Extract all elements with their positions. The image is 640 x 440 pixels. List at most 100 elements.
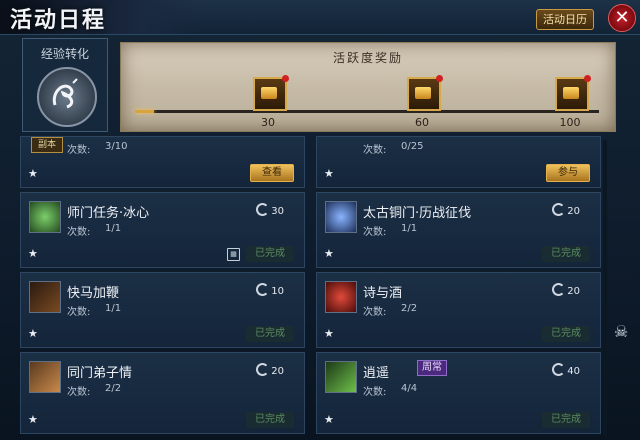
activity-points-icon (552, 203, 566, 216)
reward-chest-100[interactable] (555, 75, 591, 111)
completed-status: 已完成 (246, 246, 294, 262)
star-icon: ★ (28, 247, 38, 260)
activity-points-icon (256, 363, 270, 376)
star-icon: ★ (324, 413, 334, 426)
points-value: 10 (271, 286, 284, 297)
skull-crossbones-icon[interactable]: ☠ (610, 322, 632, 344)
window-title: 活动日程 (10, 8, 107, 33)
count-value: 0/25 (401, 141, 424, 152)
reward-progress-bar (135, 110, 599, 113)
count-label: 次数: (363, 387, 387, 398)
activity-points-icon (256, 283, 270, 296)
star-icon: ★ (28, 327, 38, 340)
completed-status: 已完成 (542, 326, 590, 342)
title-bar: 活动日程 活动日历 ✕ (0, 0, 640, 35)
scrollbar[interactable] (603, 140, 607, 436)
star-icon: ★ (324, 327, 334, 340)
bamboo-icon (325, 361, 357, 393)
gold-chest-icon (415, 87, 431, 99)
count-label: 次数: (363, 145, 387, 156)
count-value: 1/1 (105, 223, 122, 234)
completed-status: 已完成 (246, 326, 294, 342)
activity-points-icon (552, 363, 566, 376)
star-icon: ★ (28, 167, 38, 180)
activity-points: 30 (256, 203, 284, 217)
reward-chest-60[interactable] (407, 75, 443, 111)
reward-progress-fill (135, 110, 154, 113)
reward-chest-value: 100 (559, 116, 581, 129)
completed-status: 已完成 (246, 412, 294, 428)
weekly-badge: 周常 (417, 360, 447, 376)
activity-name: 同门弟子情 (67, 366, 133, 381)
notice-dot (584, 75, 591, 82)
close-button[interactable]: ✕ (608, 4, 636, 32)
points-value: 20 (271, 366, 284, 377)
activity-card[interactable]: 快马加鞭 次数: 1/1 10 ★ 已完成 (20, 272, 305, 348)
points-value: 20 (567, 286, 580, 297)
swirl-glyph (52, 78, 78, 109)
count-value: 4/4 (401, 383, 418, 394)
points-value: 20 (567, 206, 580, 217)
count-label: 次数: (363, 307, 387, 318)
exp-convert-icon[interactable] (37, 67, 97, 127)
join-button[interactable]: 参与 (546, 164, 590, 182)
whip-icon (29, 281, 61, 313)
activity-card[interactable]: 师门任务·冰心 次数: 1/1 30 ★ ▦ 已完成 (20, 192, 305, 268)
activity-name: 逍遥 (363, 366, 390, 381)
green-crystal-icon (29, 201, 61, 233)
activity-points: 20 (552, 283, 580, 297)
view-button[interactable]: 查看 (250, 164, 294, 182)
star-icon: ★ (28, 413, 38, 426)
count-label: 次数: (67, 227, 91, 238)
activity-card-top-right[interactable]: 次数: 0/25 ★ 参与 (316, 136, 601, 188)
schedule-icon[interactable]: ▦ (227, 248, 240, 261)
star-icon: ★ (324, 167, 334, 180)
count-label: 次数: (67, 145, 91, 156)
count-value: 3/10 (105, 141, 128, 152)
activity-name: 太古铜门·历战征伐 (363, 206, 472, 221)
activity-name: 快马加鞭 (67, 286, 120, 301)
count-label: 次数: (363, 227, 387, 238)
count-label: 次数: (67, 307, 91, 318)
star-icon: ★ (324, 247, 334, 260)
reward-chest-30[interactable] (253, 75, 289, 111)
activity-card[interactable]: 逍遥 周常 次数: 4/4 40 ★ 已完成 (316, 352, 601, 434)
gold-chest-icon (261, 87, 277, 99)
count-value: 2/2 (105, 383, 122, 394)
notice-dot (282, 75, 289, 82)
close-icon: ✕ (614, 7, 630, 28)
dungeon-tag: 副本 (31, 137, 63, 153)
activity-points-icon (552, 283, 566, 296)
reward-chest-value: 60 (415, 116, 429, 129)
activity-points: 20 (256, 363, 284, 377)
activity-card-dungeon[interactable]: 副本 次数: 3/10 ★ 查看 (20, 136, 305, 188)
count-label: 次数: (67, 387, 91, 398)
activity-card[interactable]: 诗与酒 次数: 2/2 20 ★ 已完成 (316, 272, 601, 348)
activity-calendar-button[interactable]: 活动日历 (536, 9, 594, 30)
activity-name: 诗与酒 (363, 286, 403, 301)
completed-status: 已完成 (542, 246, 590, 262)
activity-schedule-window: 活动日程 活动日历 ✕ 经验转化 活跃度奖励 30 60 100 副本 次数: … (0, 0, 640, 440)
gold-chest-icon (563, 87, 579, 99)
activity-points: 40 (552, 363, 580, 377)
exp-convert-label: 经验转化 (40, 47, 89, 61)
reward-chest-value: 30 (261, 116, 275, 129)
notice-dot (436, 75, 443, 82)
completed-status: 已完成 (542, 412, 590, 428)
points-value: 40 (567, 366, 580, 377)
activity-points: 10 (256, 283, 284, 297)
activity-card[interactable]: 太古铜门·历战征伐 次数: 1/1 20 ★ 已完成 (316, 192, 601, 268)
count-value: 1/1 (105, 303, 122, 314)
points-value: 30 (271, 206, 284, 217)
blue-crystal-icon (325, 201, 357, 233)
activity-card[interactable]: 同门弟子情 次数: 2/2 20 ★ 已完成 (20, 352, 305, 434)
activity-reward-panel: 活跃度奖励 30 60 100 (120, 42, 616, 132)
disciples-icon (29, 361, 61, 393)
exp-convert-panel[interactable]: 经验转化 (22, 38, 108, 132)
activity-points: 20 (552, 203, 580, 217)
wine-jar-icon (325, 281, 357, 313)
count-value: 1/1 (401, 223, 418, 234)
count-value: 2/2 (401, 303, 418, 314)
activity-name: 师门任务·冰心 (67, 206, 150, 221)
reward-title: 活跃度奖励 (332, 51, 403, 65)
